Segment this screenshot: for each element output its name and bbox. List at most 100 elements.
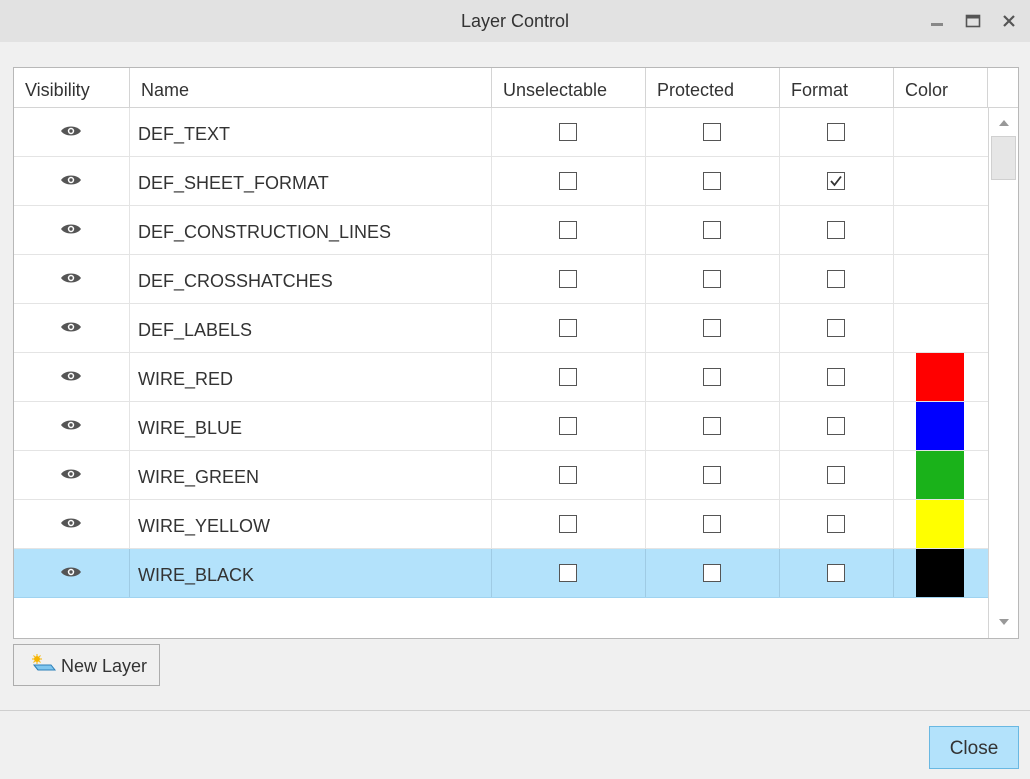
layer-name[interactable]: WIRE_YELLOW bbox=[130, 500, 492, 548]
column-header-protected[interactable]: Protected bbox=[646, 68, 780, 108]
table-row[interactable]: DEF_LABELS bbox=[14, 304, 988, 353]
protected-checkbox[interactable] bbox=[703, 270, 721, 288]
unselectable-checkbox[interactable] bbox=[559, 172, 577, 190]
unselectable-checkbox[interactable] bbox=[559, 515, 577, 533]
format-checkbox[interactable] bbox=[827, 564, 845, 582]
protected-checkbox[interactable] bbox=[703, 368, 721, 386]
eye-icon[interactable] bbox=[60, 565, 82, 579]
eye-icon[interactable] bbox=[60, 516, 82, 530]
format-checkbox[interactable] bbox=[827, 172, 845, 190]
column-header-unselectable[interactable]: Unselectable bbox=[492, 68, 646, 108]
visibility-cell[interactable] bbox=[14, 255, 130, 303]
format-checkbox[interactable] bbox=[827, 270, 845, 288]
protected-checkbox[interactable] bbox=[703, 466, 721, 484]
visibility-cell[interactable] bbox=[14, 353, 130, 401]
unselectable-checkbox[interactable] bbox=[559, 417, 577, 435]
color-cell[interactable] bbox=[894, 549, 988, 597]
color-swatch[interactable] bbox=[916, 402, 964, 450]
eye-icon[interactable] bbox=[60, 320, 82, 334]
table-row[interactable]: DEF_TEXT bbox=[14, 108, 988, 157]
layer-name[interactable]: DEF_CONSTRUCTION_LINES bbox=[130, 206, 492, 254]
unselectable-checkbox[interactable] bbox=[559, 270, 577, 288]
table-row[interactable]: WIRE_BLUE bbox=[14, 402, 988, 451]
scroll-up-arrow-icon[interactable] bbox=[990, 108, 1017, 136]
layer-name[interactable]: DEF_CROSSHATCHES bbox=[130, 255, 492, 303]
eye-icon[interactable] bbox=[60, 222, 82, 236]
color-cell[interactable] bbox=[894, 255, 988, 303]
column-header-name[interactable]: Name bbox=[130, 68, 492, 108]
table-row[interactable]: DEF_SHEET_FORMAT bbox=[14, 157, 988, 206]
color-cell[interactable] bbox=[894, 451, 988, 499]
color-cell[interactable] bbox=[894, 304, 988, 352]
scroll-down-arrow-icon[interactable] bbox=[990, 608, 1017, 636]
unselectable-checkbox[interactable] bbox=[559, 466, 577, 484]
protected-checkbox[interactable] bbox=[703, 564, 721, 582]
layer-name[interactable]: WIRE_BLUE bbox=[130, 402, 492, 450]
layer-name[interactable]: WIRE_BLACK bbox=[130, 549, 492, 597]
color-cell[interactable] bbox=[894, 108, 988, 156]
unselectable-checkbox[interactable] bbox=[559, 564, 577, 582]
protected-checkbox[interactable] bbox=[703, 515, 721, 533]
visibility-cell[interactable] bbox=[14, 402, 130, 450]
color-cell[interactable] bbox=[894, 500, 988, 548]
visibility-cell[interactable] bbox=[14, 157, 130, 205]
column-header-visibility[interactable]: Visibility bbox=[14, 68, 130, 108]
format-checkbox[interactable] bbox=[827, 515, 845, 533]
protected-checkbox[interactable] bbox=[703, 123, 721, 141]
close-button[interactable]: Close bbox=[929, 726, 1019, 769]
eye-icon[interactable] bbox=[60, 369, 82, 383]
eye-icon[interactable] bbox=[60, 418, 82, 432]
layer-name[interactable]: WIRE_GREEN bbox=[130, 451, 492, 499]
format-checkbox[interactable] bbox=[827, 417, 845, 435]
format-checkbox[interactable] bbox=[827, 368, 845, 386]
unselectable-checkbox[interactable] bbox=[559, 123, 577, 141]
layer-name[interactable]: DEF_TEXT bbox=[130, 108, 492, 156]
table-row[interactable]: WIRE_BLACK bbox=[14, 549, 988, 598]
eye-icon[interactable] bbox=[60, 467, 82, 481]
minimize-icon[interactable] bbox=[925, 9, 949, 33]
visibility-cell[interactable] bbox=[14, 549, 130, 597]
scrollbar-thumb[interactable] bbox=[991, 136, 1016, 180]
visibility-cell[interactable] bbox=[14, 451, 130, 499]
visibility-cell[interactable] bbox=[14, 206, 130, 254]
column-header-color[interactable]: Color bbox=[894, 68, 988, 108]
protected-checkbox[interactable] bbox=[703, 221, 721, 239]
visibility-cell[interactable] bbox=[14, 500, 130, 548]
table-row[interactable]: DEF_CONSTRUCTION_LINES bbox=[14, 206, 988, 255]
layer-name[interactable]: WIRE_RED bbox=[130, 353, 492, 401]
eye-icon[interactable] bbox=[60, 271, 82, 285]
color-cell[interactable] bbox=[894, 157, 988, 205]
protected-checkbox[interactable] bbox=[703, 319, 721, 337]
unselectable-checkbox[interactable] bbox=[559, 221, 577, 239]
visibility-cell[interactable] bbox=[14, 108, 130, 156]
maximize-icon[interactable] bbox=[961, 9, 985, 33]
table-row[interactable]: WIRE_GREEN bbox=[14, 451, 988, 500]
layer-name[interactable]: DEF_LABELS bbox=[130, 304, 492, 352]
color-cell[interactable] bbox=[894, 206, 988, 254]
color-swatch[interactable] bbox=[916, 451, 964, 499]
table-row[interactable]: WIRE_YELLOW bbox=[14, 500, 988, 549]
eye-icon[interactable] bbox=[60, 173, 82, 187]
table-row[interactable]: WIRE_RED bbox=[14, 353, 988, 402]
protected-checkbox[interactable] bbox=[703, 172, 721, 190]
vertical-scrollbar[interactable] bbox=[988, 108, 1018, 638]
column-header-format[interactable]: Format bbox=[780, 68, 894, 108]
color-swatch[interactable] bbox=[916, 549, 964, 597]
close-icon[interactable] bbox=[997, 9, 1021, 33]
format-checkbox[interactable] bbox=[827, 466, 845, 484]
table-row[interactable]: DEF_CROSSHATCHES bbox=[14, 255, 988, 304]
format-checkbox[interactable] bbox=[827, 123, 845, 141]
color-cell[interactable] bbox=[894, 402, 988, 450]
format-checkbox[interactable] bbox=[827, 221, 845, 239]
color-swatch[interactable] bbox=[916, 500, 964, 548]
eye-icon[interactable] bbox=[60, 124, 82, 138]
unselectable-checkbox[interactable] bbox=[559, 319, 577, 337]
format-checkbox[interactable] bbox=[827, 319, 845, 337]
new-layer-button[interactable]: New Layer bbox=[13, 644, 160, 686]
unselectable-checkbox[interactable] bbox=[559, 368, 577, 386]
visibility-cell[interactable] bbox=[14, 304, 130, 352]
color-swatch[interactable] bbox=[916, 353, 964, 401]
layer-name[interactable]: DEF_SHEET_FORMAT bbox=[130, 157, 492, 205]
color-cell[interactable] bbox=[894, 353, 988, 401]
protected-checkbox[interactable] bbox=[703, 417, 721, 435]
